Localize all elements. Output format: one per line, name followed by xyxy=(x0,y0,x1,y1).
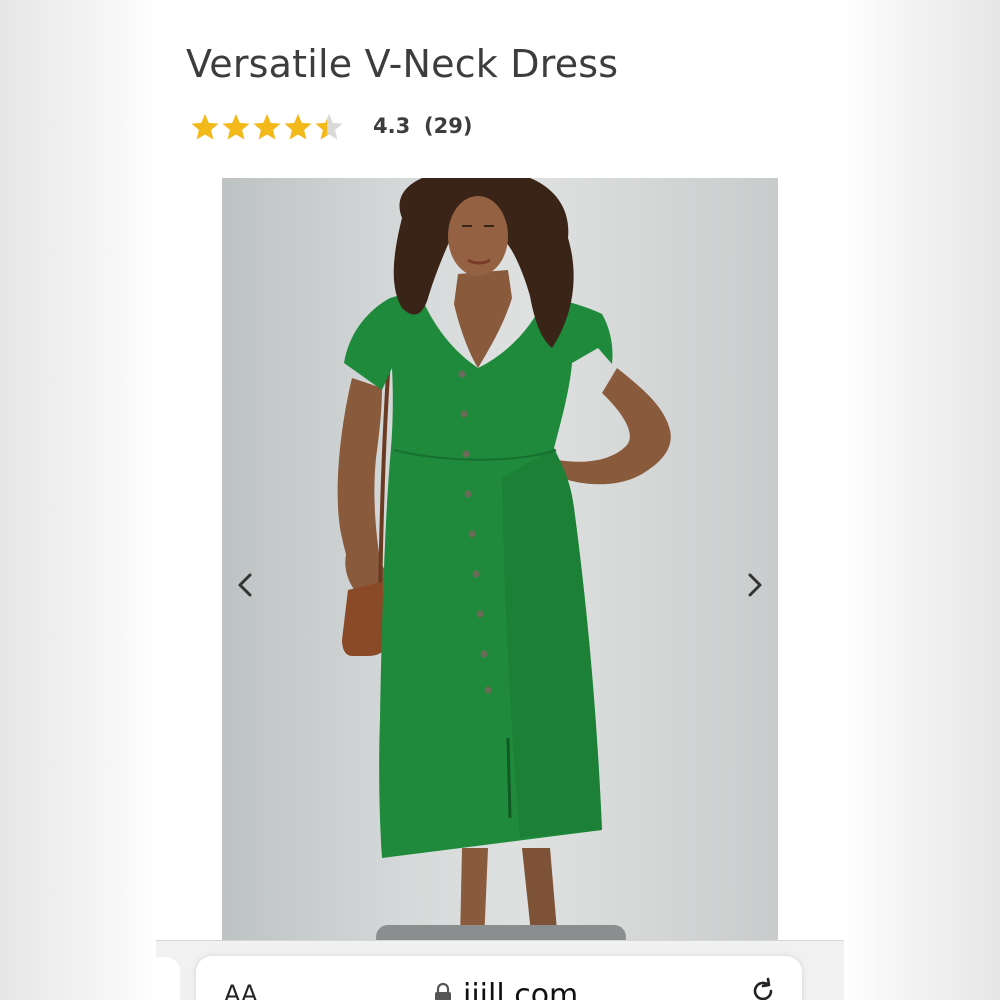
chevron-left-icon xyxy=(238,573,252,597)
dress-button xyxy=(458,370,466,378)
star-icon xyxy=(191,113,219,140)
review-count[interactable]: (29) xyxy=(424,114,472,138)
text-size-button[interactable]: AA xyxy=(224,980,258,1000)
star-icon xyxy=(222,113,250,140)
previous-tab-edge[interactable] xyxy=(156,957,180,1000)
dress-button xyxy=(472,570,480,578)
reload-icon[interactable] xyxy=(748,976,778,1000)
dress-button xyxy=(476,610,484,618)
lock-icon xyxy=(435,982,451,1000)
dress-button xyxy=(464,490,472,498)
star-half-icon xyxy=(315,113,343,140)
product-image-gallery[interactable] xyxy=(222,178,778,942)
mobile-screen: Versatile V-Neck Dress 4.3 (29) AA jjill… xyxy=(156,0,844,1000)
product-rating[interactable]: 4.3 (29) xyxy=(190,110,590,146)
dress-button xyxy=(462,450,470,458)
chevron-right-icon xyxy=(748,573,762,597)
previous-image-button[interactable] xyxy=(230,570,260,600)
product-photo xyxy=(337,178,671,942)
rating-value: 4.3 xyxy=(373,114,411,138)
star-icon xyxy=(284,113,312,140)
url-text[interactable]: jjill.com xyxy=(463,978,578,1000)
browser-toolbar: AA jjill.com xyxy=(156,940,844,1000)
dress-button xyxy=(468,530,476,538)
address-bar[interactable]: AA jjill.com xyxy=(196,956,802,1000)
product-title: Versatile V-Neck Dress xyxy=(186,42,619,86)
next-image-button[interactable] xyxy=(740,570,770,600)
background-right xyxy=(844,0,1000,1000)
star-icon xyxy=(253,113,281,140)
dress-button xyxy=(484,686,492,694)
crossbody-bag xyxy=(342,582,388,656)
background-left xyxy=(0,0,156,1000)
dress-button xyxy=(480,650,488,658)
arm-right xyxy=(558,368,671,485)
dress-button xyxy=(460,410,468,418)
